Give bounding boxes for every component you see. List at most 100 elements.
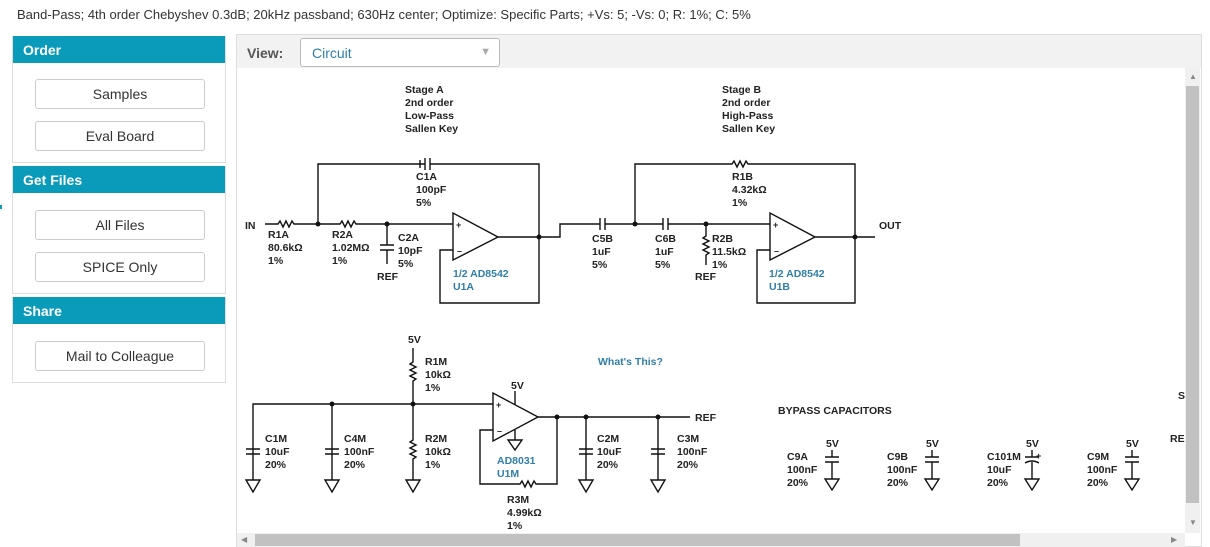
schematic-label: 2nd order bbox=[722, 97, 770, 109]
schematic-label: C9M bbox=[1087, 451, 1109, 463]
schematic-label: 20% bbox=[344, 459, 366, 471]
order-header: Order bbox=[13, 36, 225, 63]
r2a-label: R2A1.02MΩ1% bbox=[332, 229, 370, 267]
schematic-label: 10uF bbox=[987, 464, 1012, 476]
schematic-label: 10uF bbox=[597, 446, 622, 458]
schematic-label: U1M bbox=[497, 468, 519, 480]
c6b-label: C6B1uF5% bbox=[655, 233, 676, 271]
schematic-label: 1% bbox=[712, 259, 728, 271]
eval-board-button[interactable]: Eval Board bbox=[35, 121, 205, 151]
ref-output-label: REF bbox=[695, 412, 717, 424]
schematic-label: 1uF bbox=[655, 246, 674, 258]
schematic-label: – bbox=[457, 246, 462, 256]
schematic-label: 4.32kΩ bbox=[732, 184, 767, 196]
schematic-label: R1A bbox=[268, 229, 289, 241]
schematic-label: + bbox=[496, 400, 501, 410]
schematic-label: 5V bbox=[926, 438, 939, 450]
schematic-label: – bbox=[497, 426, 502, 436]
scroll-right-icon[interactable]: ▶ bbox=[1171, 535, 1177, 544]
schematic-label: 1% bbox=[425, 459, 441, 471]
schematic-label: 80.6kΩ bbox=[268, 242, 303, 254]
r1m-label: R1M10kΩ1% bbox=[425, 356, 451, 394]
schematic-label: 10kΩ bbox=[425, 369, 451, 381]
whats-this-link[interactable]: What's This? bbox=[598, 356, 663, 368]
order-section: Order Samples Eval Board bbox=[12, 36, 226, 163]
r1m-supply-label: 5V bbox=[408, 334, 421, 346]
c9m-label: C9M100nF20% bbox=[1087, 451, 1118, 489]
schematic-label: 20% bbox=[597, 459, 619, 471]
spice-only-button[interactable]: SPICE Only bbox=[35, 252, 205, 282]
schematic-label: 20% bbox=[265, 459, 287, 471]
schematic-label: Sallen Key bbox=[722, 123, 775, 135]
vertical-scroll-thumb[interactable] bbox=[1186, 86, 1199, 503]
samples-button[interactable]: Samples bbox=[35, 79, 205, 109]
schematic-label: 1% bbox=[507, 520, 523, 532]
schematic-label: 20% bbox=[1087, 477, 1109, 489]
schematic-label: C6B bbox=[655, 233, 676, 245]
schematic-label: C2A bbox=[398, 232, 419, 244]
schematic-label: 100nF bbox=[677, 446, 708, 458]
schematic-label: 20% bbox=[887, 477, 909, 489]
scroll-up-icon[interactable]: ▲ bbox=[1189, 72, 1197, 81]
edge-marker bbox=[0, 205, 2, 209]
schematic-label: Stage B bbox=[722, 84, 762, 96]
schematic-label: R2M bbox=[425, 433, 447, 445]
schematic-label: 1/2 AD8542 bbox=[769, 268, 825, 280]
schematic-label: U1A bbox=[453, 281, 474, 293]
u1m-supply-label: 5V bbox=[511, 380, 524, 392]
c9a-label: C9A100nF20% bbox=[787, 451, 818, 489]
scroll-down-icon[interactable]: ▼ bbox=[1189, 518, 1197, 527]
schematic-label: 10pF bbox=[398, 245, 423, 257]
schematic-label: + bbox=[773, 220, 778, 230]
schematic-label: U1B bbox=[769, 281, 790, 293]
design-summary: Band-Pass; 4th order Chebyshev 0.3dB; 20… bbox=[17, 7, 751, 22]
schematic-label: R3M bbox=[507, 494, 529, 506]
vertical-scrollbar[interactable]: ▲ ▼ bbox=[1185, 68, 1200, 533]
r3m-label: R3M4.99kΩ1% bbox=[507, 494, 542, 532]
reference-circuit-wires: +– bbox=[244, 348, 690, 494]
schematic-label: 5% bbox=[592, 259, 608, 271]
chevron-down-icon: ▼ bbox=[480, 46, 491, 58]
schematic-label: R1B bbox=[732, 171, 753, 183]
horizontal-scrollbar[interactable]: ◀ ▶ bbox=[237, 533, 1185, 547]
schematic-label: 20% bbox=[987, 477, 1009, 489]
schematic-label: 5% bbox=[655, 259, 671, 271]
r2b-label: R2B11.5kΩ1% bbox=[712, 233, 746, 271]
schematic-label: 1% bbox=[425, 382, 441, 394]
schematic-label: C1M bbox=[265, 433, 287, 445]
r2m-label: R2M10kΩ1% bbox=[425, 433, 451, 471]
schematic-label: 10kΩ bbox=[425, 446, 451, 458]
schematic-label: 1.02MΩ bbox=[332, 242, 370, 254]
scroll-left-icon[interactable]: ◀ bbox=[241, 535, 247, 544]
c4m-label: C4M100nF20% bbox=[344, 433, 375, 471]
view-select[interactable]: Circuit ▼ bbox=[300, 38, 500, 67]
u1m-label: AD8031U1M bbox=[497, 455, 536, 480]
clipped-label-re: RE bbox=[1170, 433, 1185, 445]
schematic-label: 100nF bbox=[887, 464, 918, 476]
get-files-section: Get Files All Files SPICE Only bbox=[12, 166, 226, 294]
all-files-button[interactable]: All Files bbox=[35, 210, 205, 240]
schematic-label: 100nF bbox=[787, 464, 818, 476]
horizontal-scroll-thumb[interactable] bbox=[255, 534, 1020, 546]
c2a-label: C2A10pF5% bbox=[398, 232, 423, 270]
schematic-label: C9A bbox=[787, 451, 808, 463]
mail-to-colleague-button[interactable]: Mail to Colleague bbox=[35, 341, 205, 371]
schematic-label: C101M bbox=[987, 451, 1021, 463]
view-label: View: bbox=[247, 45, 284, 61]
schematic-label: 1uF bbox=[592, 246, 611, 258]
schematic-label: C2M bbox=[597, 433, 619, 445]
c2m-label: C2M10uF20% bbox=[597, 433, 622, 471]
c3m-label: C3M100nF20% bbox=[677, 433, 708, 471]
schematic-label: 5V bbox=[1026, 438, 1039, 450]
stage-a-label: Stage A2nd orderLow-PassSallen Key bbox=[405, 84, 458, 135]
r1b-label: R1B4.32kΩ1% bbox=[732, 171, 767, 209]
view-bar: View: Circuit ▼ bbox=[237, 35, 1201, 68]
schematic-label: C1A bbox=[416, 171, 437, 183]
share-section: Share Mail to Colleague bbox=[12, 297, 226, 383]
stage-b-label: Stage B2nd orderHigh-PassSallen Key bbox=[722, 84, 775, 135]
schematic-label: Sallen Key bbox=[405, 123, 458, 135]
schematic-label: + bbox=[1036, 451, 1041, 461]
schematic-label: 5V bbox=[826, 438, 839, 450]
schematic-label: AD8031 bbox=[497, 455, 536, 467]
c5b-label: C5B1uF5% bbox=[592, 233, 613, 271]
